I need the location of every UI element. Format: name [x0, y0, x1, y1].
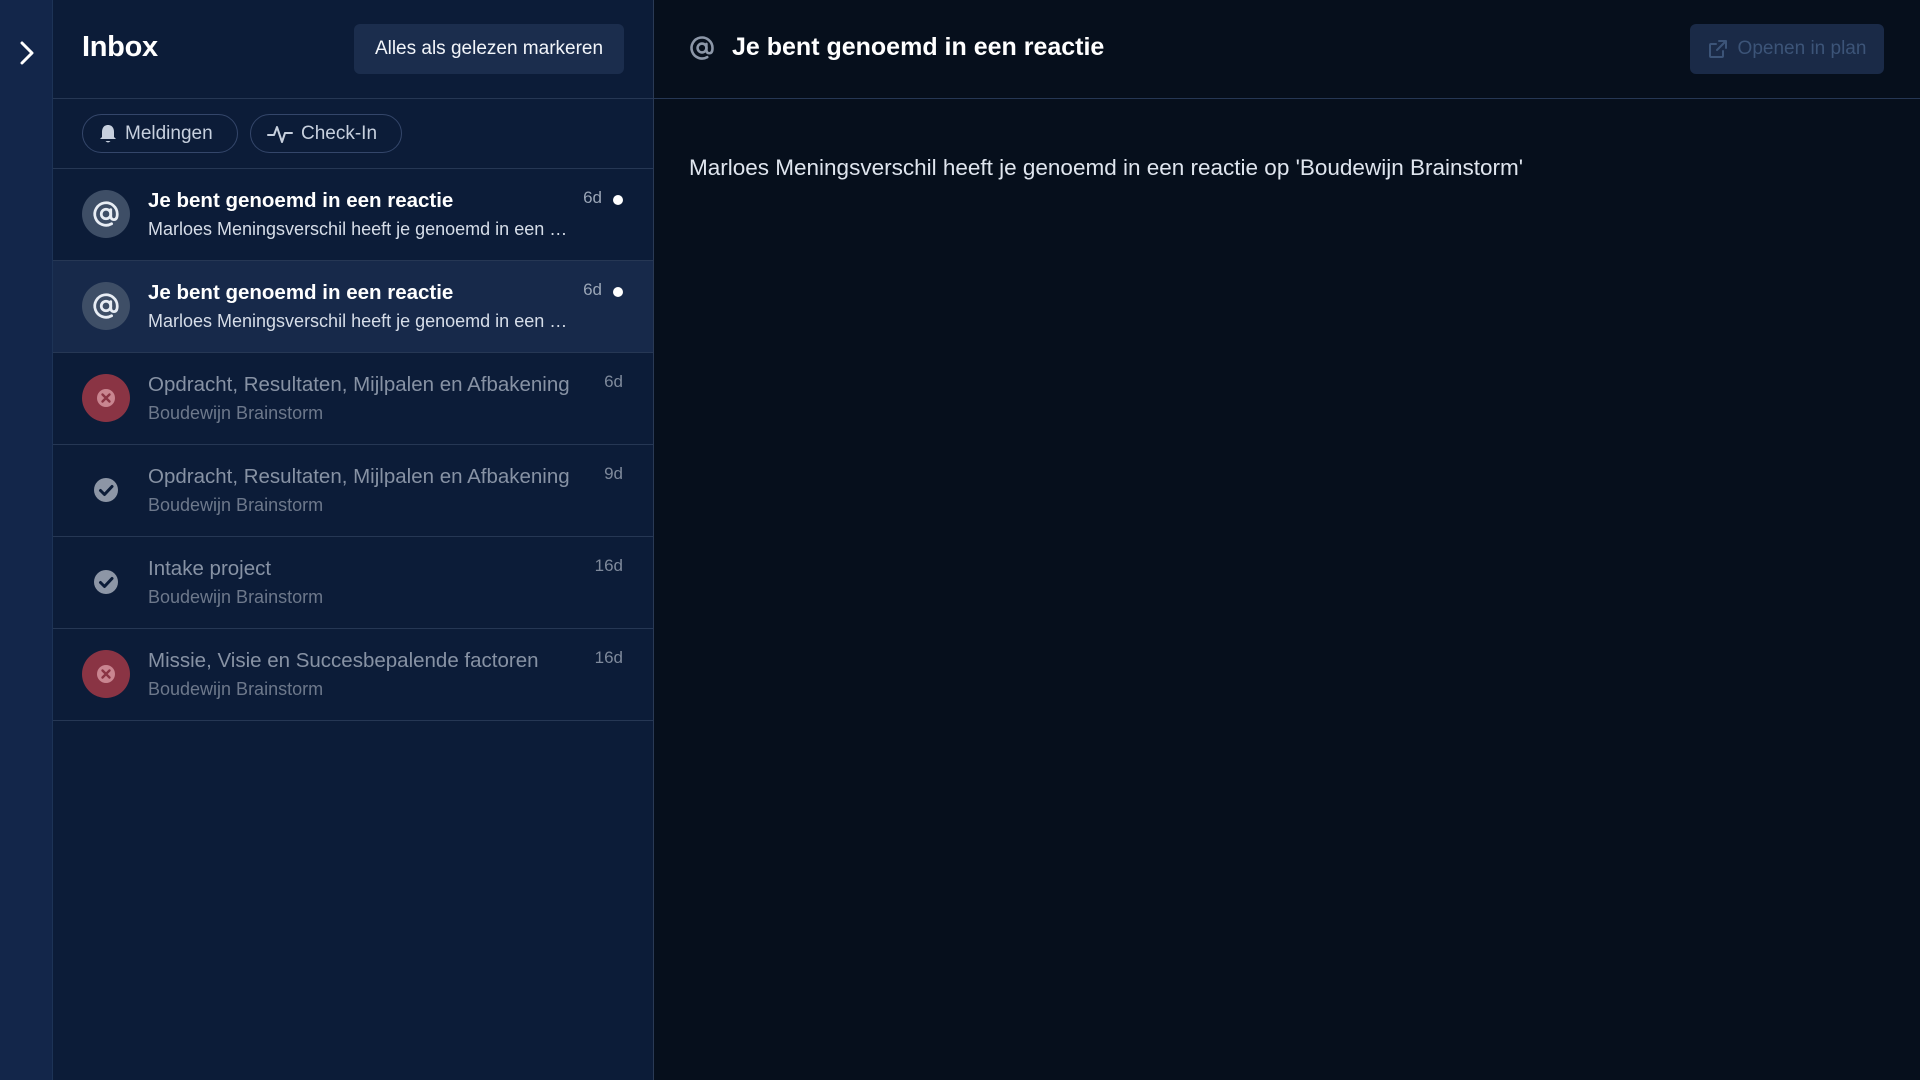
unread-dot: [613, 195, 623, 205]
notification-time: 6d: [583, 188, 602, 207]
notification-title: Opdracht, Resultaten, Mijlpalen en Afbak…: [148, 373, 570, 396]
notification-list: Je bent genoemd in een reactie Marloes M…: [53, 169, 653, 721]
expand-sidebar-button[interactable]: [12, 38, 42, 68]
detail-header: Je bent genoemd in een reactie Openen in…: [654, 0, 1920, 99]
notification-item[interactable]: Intake project Boudewijn Brainstorm 16d: [53, 537, 653, 629]
notification-subtitle: Boudewijn Brainstorm: [148, 495, 324, 515]
filter-bar: Meldingen Check-In: [53, 99, 653, 169]
notification-subtitle: Marloes Meningsverschil heeft je genoemd…: [148, 311, 568, 331]
detail-title: Je bent genoemd in een reactie: [732, 33, 1105, 61]
notification-subtitle: Marloes Meningsverschil heeft je genoemd…: [148, 219, 568, 239]
notification-subtitle: Boudewijn Brainstorm: [148, 403, 324, 423]
notification-item[interactable]: Opdracht, Resultaten, Mijlpalen en Afbak…: [53, 445, 653, 537]
notification-item[interactable]: Missie, Visie en Succesbepalende factore…: [53, 629, 653, 721]
x-circle-icon: [82, 650, 130, 698]
check-circle-icon: [82, 558, 130, 606]
filter-meldingen[interactable]: Meldingen: [82, 114, 238, 153]
notification-time: 16d: [594, 556, 623, 575]
chevron-right-icon: [20, 41, 34, 65]
notification-title: Je bent genoemd in een reactie: [148, 189, 454, 212]
notification-time: 6d: [583, 280, 602, 299]
open-in-plan-button[interactable]: Openen in plan: [1690, 24, 1884, 74]
notification-item-selected[interactable]: Je bent genoemd in een reactie Marloes M…: [53, 261, 653, 353]
detail-panel: Je bent genoemd in een reactie Openen in…: [654, 0, 1920, 1080]
at-sign-icon: [82, 282, 130, 330]
filter-meldingen-label: Meldingen: [125, 122, 213, 144]
external-link-icon: [1708, 40, 1727, 58]
notification-item[interactable]: Je bent genoemd in een reactie Marloes M…: [53, 169, 653, 261]
filter-check-in[interactable]: Check-In: [250, 114, 402, 153]
filter-check-in-label: Check-In: [301, 122, 378, 144]
open-in-plan-label: Openen in plan: [1737, 38, 1867, 59]
notification-title: Opdracht, Resultaten, Mijlpalen en Afbak…: [148, 465, 570, 488]
at-sign-icon: [690, 36, 714, 60]
pulse-icon: [267, 125, 293, 143]
notification-title: Missie, Visie en Succesbepalende factore…: [148, 649, 539, 672]
mark-all-read-button[interactable]: Alles als gelezen markeren: [354, 24, 624, 74]
inbox-title: Inbox: [82, 31, 158, 63]
check-circle-icon: [82, 466, 130, 514]
detail-body-text: Marloes Meningsverschil heeft je genoemd…: [689, 155, 1524, 180]
notification-time: 6d: [604, 372, 623, 391]
x-circle-icon: [82, 374, 130, 422]
notification-subtitle: Boudewijn Brainstorm: [148, 679, 324, 699]
notification-item[interactable]: Opdracht, Resultaten, Mijlpalen en Afbak…: [53, 353, 653, 445]
inbox-header: Inbox Alles als gelezen markeren: [53, 0, 653, 99]
app: Inbox Alles als gelezen markeren Melding…: [0, 0, 1920, 1080]
notification-subtitle: Boudewijn Brainstorm: [148, 587, 324, 607]
at-sign-icon: [82, 190, 130, 238]
notification-title: Je bent genoemd in een reactie: [148, 281, 454, 304]
unread-dot: [613, 287, 623, 297]
bell-icon: [100, 124, 116, 142]
notification-time: 16d: [594, 648, 623, 667]
inbox-panel: Inbox Alles als gelezen markeren Melding…: [53, 0, 654, 1080]
collapsed-sidebar: [0, 0, 53, 1080]
notification-time: 9d: [604, 464, 623, 483]
notification-title: Intake project: [148, 557, 272, 580]
